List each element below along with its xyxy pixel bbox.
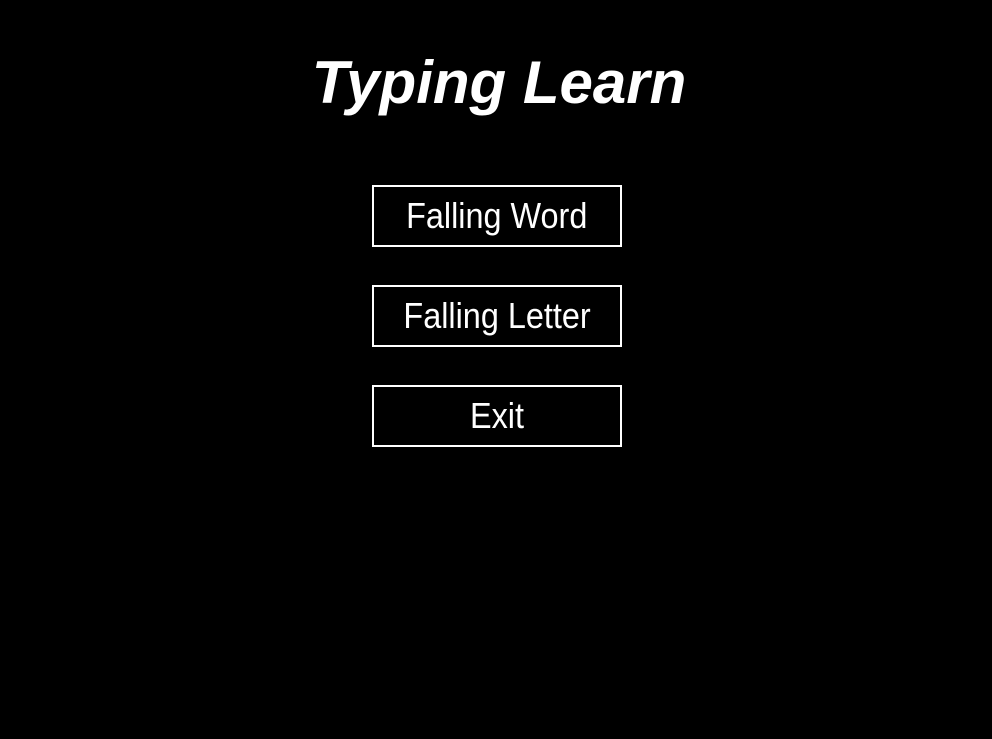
falling-letter-button[interactable]: Falling Letter (372, 285, 622, 347)
falling-letter-label: Falling Letter (403, 295, 591, 336)
exit-button[interactable]: Exit (372, 385, 622, 447)
game-title: Typing Learn (311, 49, 687, 116)
main-menu-screen: Typing Learn Falling Word Falling Letter… (0, 0, 992, 739)
falling-word-button[interactable]: Falling Word (372, 185, 622, 247)
exit-label: Exit (469, 395, 524, 436)
falling-word-label: Falling Word (406, 195, 588, 236)
